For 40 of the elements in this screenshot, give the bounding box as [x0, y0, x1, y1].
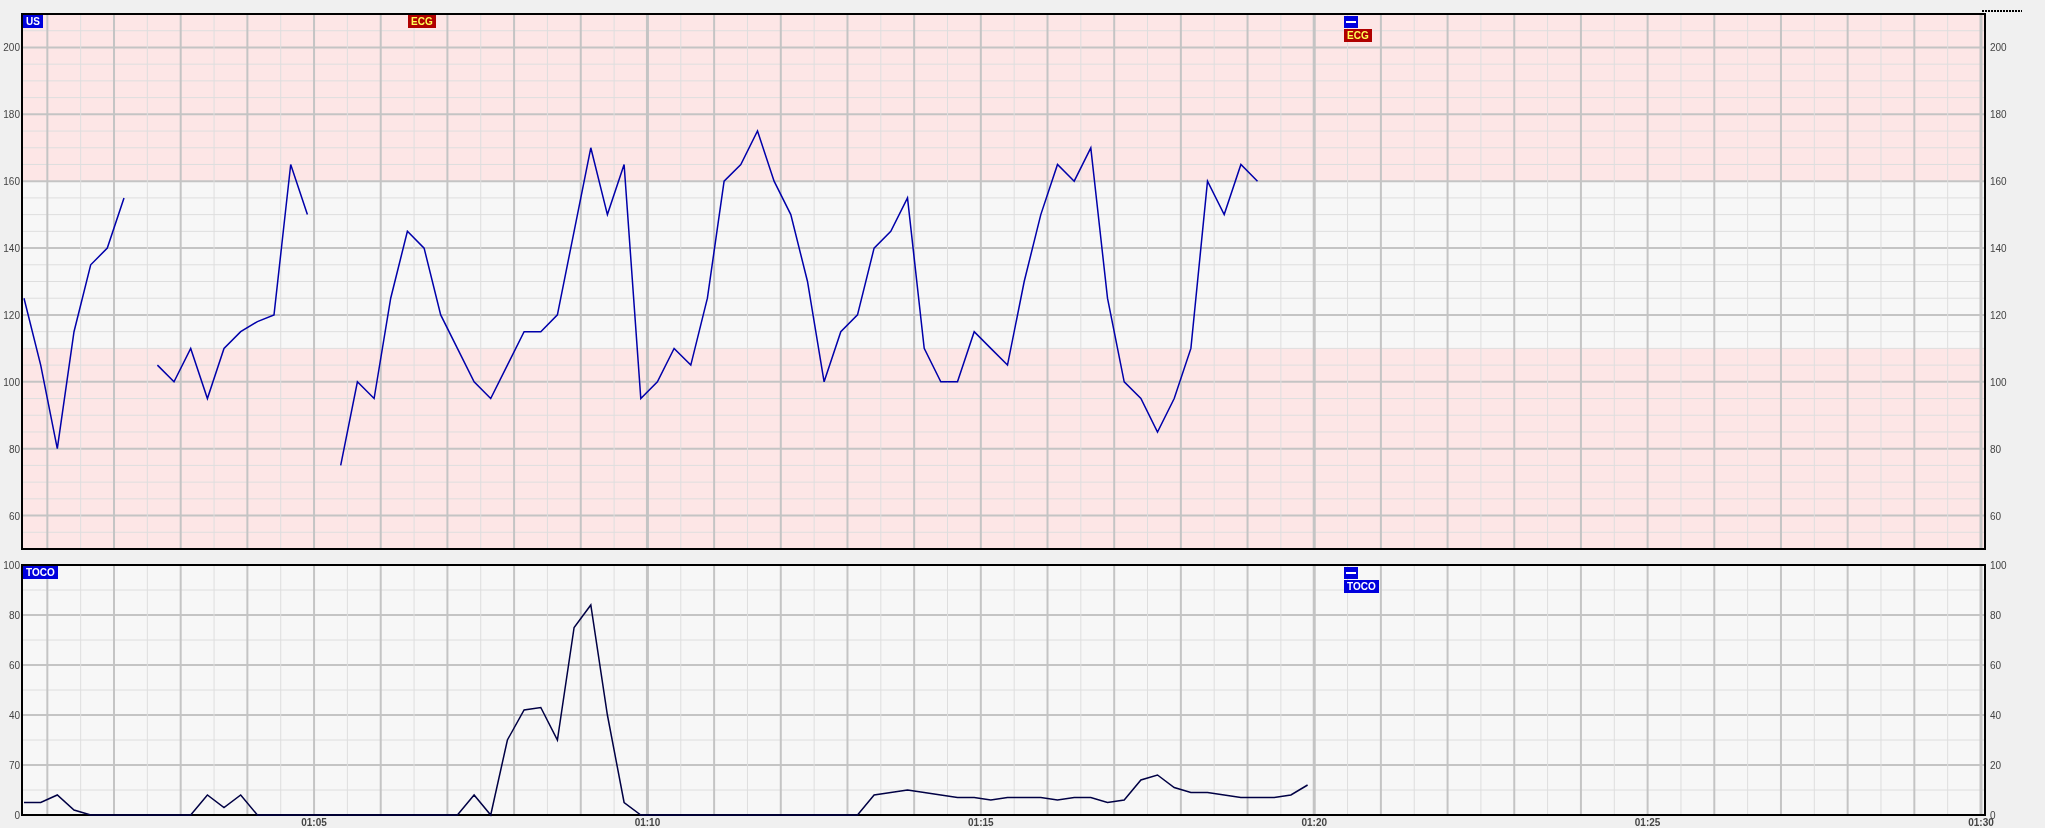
axis-tick-label: 140 — [3, 243, 20, 255]
time-label: 01:30 — [1968, 817, 1994, 828]
axis-tick-label: 0 — [14, 810, 20, 821]
axis-tick-label: 200 — [1990, 42, 2007, 54]
axis-tick-label: 200 — [3, 42, 20, 54]
channel-label: ECG — [408, 15, 436, 28]
channel-label: ECG — [1344, 29, 1372, 42]
time-label: 01:25 — [1634, 817, 1661, 828]
axis-tick-label: 80 — [1990, 443, 2002, 455]
axis-tick-label: 100 — [3, 560, 20, 571]
axis-tick-label: 40 — [1990, 710, 2002, 721]
axis-tick-label: 20 — [1990, 760, 2002, 771]
event-marker-icon — [1344, 16, 1358, 28]
axis-tick-label: 100 — [1990, 560, 2007, 571]
axis-tick-label: 60 — [1990, 660, 2002, 671]
time-label: 01:15 — [968, 817, 994, 828]
axis-tick-label: 100 — [3, 376, 20, 388]
axis-tick-label: 80 — [1990, 610, 2002, 621]
axis-tick-label: 120 — [1990, 309, 2007, 321]
time-label: 01:05 — [301, 817, 327, 828]
axis-tick-label: 60 — [8, 510, 20, 522]
axis-tick-label: 60 — [1990, 510, 2002, 522]
axis-tick-label: 60 — [8, 660, 20, 671]
channel-label: TOCO — [23, 566, 58, 579]
axis-tick-label: 80 — [8, 443, 20, 455]
time-label: 01:10 — [634, 817, 661, 828]
axis-tick-label: 100 — [1990, 376, 2007, 388]
axis-tick-label: 160 — [3, 176, 20, 188]
channel-label: TOCO — [1344, 580, 1379, 593]
axis-tick-label: 160 — [1990, 176, 2007, 188]
time-label: 01:20 — [1301, 817, 1327, 828]
axis-tick-label: 180 — [1990, 109, 2007, 121]
axis-tick-label: 70 — [8, 760, 20, 771]
axis-tick-label: 120 — [3, 309, 20, 321]
axis-tick-label: 140 — [1990, 243, 2007, 255]
event-marker-icon — [1344, 567, 1358, 579]
channel-label: US — [23, 15, 43, 28]
axis-tick-label: 80 — [8, 610, 20, 621]
axis-tick-label: 180 — [3, 109, 20, 121]
axis-tick-label: 40 — [8, 710, 20, 721]
